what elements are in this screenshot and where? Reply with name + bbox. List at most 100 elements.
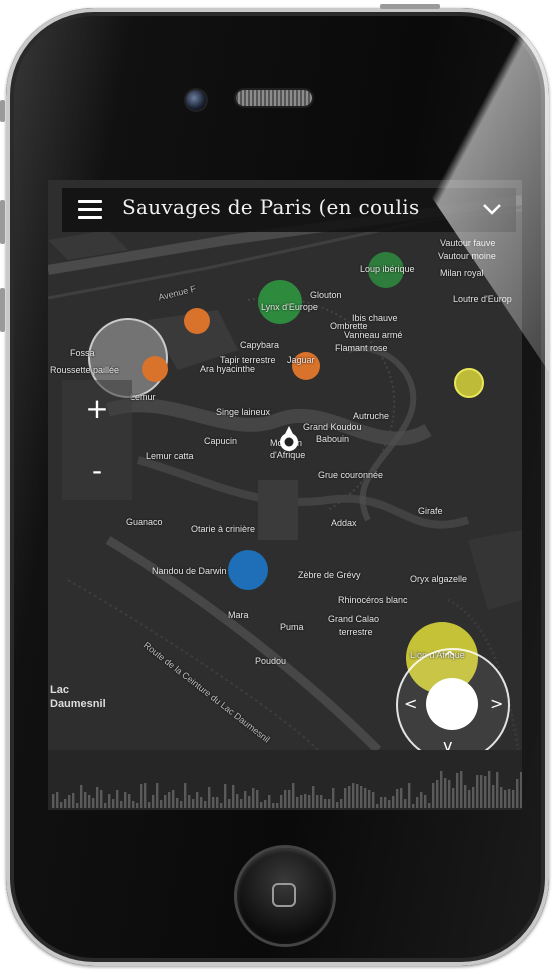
visualizer-bar (92, 798, 95, 808)
visualizer-bar (80, 785, 83, 808)
map-label[interactable]: Rhinocéros blanc (338, 595, 408, 605)
map-label[interactable]: Flamant rose (335, 343, 388, 353)
visualizer-bar (320, 795, 323, 808)
visualizer-bar (196, 792, 199, 808)
map-label[interactable]: Grue couronnée (318, 470, 383, 480)
visualizer-bar (132, 801, 135, 808)
map-label[interactable]: Singe laineux (216, 407, 270, 417)
visualizer-bar (172, 790, 175, 808)
map-label[interactable]: Lemur (130, 392, 156, 402)
visualizer-bar (464, 785, 467, 808)
map-label[interactable]: Addax (331, 518, 357, 528)
map-label[interactable]: Babouin (316, 434, 349, 444)
joystick-knob[interactable] (426, 678, 478, 730)
joystick-left-icon[interactable]: < (404, 694, 417, 713)
map-label[interactable]: Capucin (204, 436, 237, 446)
visualizer-bar (164, 795, 167, 808)
map-label[interactable]: Guanaco (126, 517, 163, 527)
visualizer-bar (480, 775, 483, 808)
poi-blue-circle-nandou[interactable] (228, 550, 268, 590)
screen: Sauvages de Paris (en coulis Vautour fau… (48, 180, 522, 810)
navigation-joystick[interactable]: ^ v < > (396, 648, 510, 750)
map-label[interactable]: Mara (228, 610, 249, 620)
joystick-up-icon[interactable]: ^ (443, 648, 456, 667)
visualizer-bar (472, 787, 475, 808)
visualizer-bar (84, 792, 87, 808)
home-button-icon[interactable] (237, 848, 333, 944)
visualizer-bar (176, 798, 179, 808)
visualizer-bar (400, 788, 403, 808)
camera-icon (186, 90, 206, 110)
visualizer-bar (272, 803, 275, 808)
visualizer-bar (136, 803, 139, 808)
map-label[interactable]: Poudou (255, 656, 286, 666)
visualizer-bar (440, 771, 443, 808)
visualizer-bar (236, 794, 239, 808)
map-label[interactable]: Autruche (353, 411, 389, 421)
map-label[interactable]: Grand Koudou (303, 422, 362, 432)
map-label[interactable]: Glouton (310, 290, 342, 300)
visualizer-bar (484, 776, 487, 808)
poi-orange-circle-1[interactable] (184, 308, 210, 334)
visualizer-bar (264, 800, 267, 808)
visualizer-bar (200, 797, 203, 808)
map-label[interactable]: Vautour moine (438, 251, 496, 261)
home-square-icon (272, 883, 296, 907)
map-label[interactable]: Loup ibérique (360, 264, 415, 274)
visualizer-bar (416, 797, 419, 808)
zoom-in-button[interactable]: + (62, 384, 132, 434)
visualizer-bar (380, 797, 383, 808)
joystick-down-icon[interactable]: v (443, 736, 452, 750)
visualizer-bar (520, 772, 522, 808)
poi-yellow-circle-small[interactable] (454, 368, 484, 398)
map-label[interactable]: Girafe (418, 506, 443, 516)
visualizer-bar (412, 804, 415, 808)
visualizer-bar (328, 799, 331, 808)
map[interactable]: Sauvages de Paris (en coulis Vautour fau… (48, 180, 522, 750)
map-label[interactable]: terrestre (339, 627, 373, 637)
visualizer-bar (184, 783, 187, 808)
map-label[interactable]: Roussette paillée (50, 365, 119, 375)
poi-orange-circle-2[interactable] (142, 356, 168, 382)
map-label[interactable]: Jaguar (287, 355, 315, 365)
visualizer-bar (476, 775, 479, 808)
visualizer-bar (168, 792, 171, 808)
zoom-out-button[interactable]: - (62, 446, 132, 496)
map-label[interactable]: Puma (280, 622, 304, 632)
map-label[interactable]: Loutre d'Europ (453, 294, 512, 304)
volume-up-button (0, 200, 5, 244)
visualizer-bar (124, 792, 127, 808)
visualizer-bar (116, 790, 119, 808)
map-label[interactable]: Oryx algazelle (410, 574, 467, 584)
map-label[interactable]: Vautour fauve (440, 238, 495, 248)
map-label[interactable]: Zèbre de Grévy (298, 570, 361, 580)
visualizer-bar (180, 801, 183, 808)
hamburger-icon[interactable] (78, 200, 102, 220)
visualizer-bar (112, 799, 115, 808)
area-label-lac: Lac (50, 684, 69, 696)
visualizer-bar (64, 799, 67, 808)
map-label[interactable]: Capybara (240, 340, 279, 350)
map-label[interactable]: Nandou de Darwin (152, 566, 227, 576)
visualizer-bar (96, 787, 99, 808)
map-label[interactable]: Otarie à crinière (191, 524, 255, 534)
map-label[interactable]: Grand Calao (328, 614, 379, 624)
map-label[interactable]: Fossa (70, 348, 95, 358)
visualizer-bar (128, 794, 131, 808)
map-label[interactable]: Lemur catta (146, 451, 194, 461)
map-label[interactable]: Ara hyacinthe (200, 364, 255, 374)
chevron-down-icon[interactable] (482, 202, 502, 216)
mute-switch (0, 100, 5, 122)
map-label[interactable]: Vanneau armé (344, 330, 402, 340)
map-label[interactable]: Milan royal (440, 268, 484, 278)
visualizer-bar (192, 799, 195, 808)
app-header: Sauvages de Paris (en coulis (62, 188, 516, 232)
visualizer-bar (76, 803, 79, 808)
visualizer-bar (500, 787, 503, 808)
visualizer-bar (356, 784, 359, 808)
joystick-right-icon[interactable]: > (490, 694, 503, 713)
visualizer-bar (52, 794, 55, 808)
visualizer-bar (60, 802, 63, 808)
visualizer-bar (152, 795, 155, 808)
map-label[interactable]: Lynx d'Europe (261, 302, 318, 312)
